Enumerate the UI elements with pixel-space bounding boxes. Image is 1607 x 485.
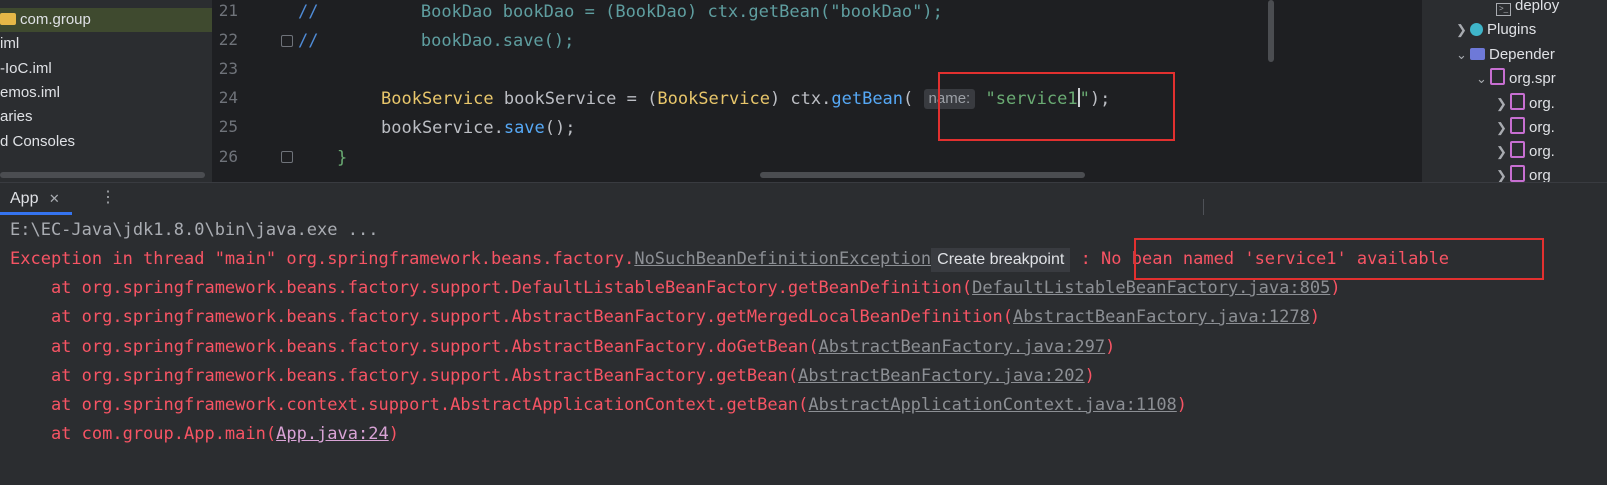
- tree-item-ioc-iml[interactable]: -IoC.iml: [0, 57, 52, 81]
- console-command-line: E:\EC-Java\jdk1.8.0\bin\java.exe ...: [10, 220, 379, 240]
- exception-class-link[interactable]: NoSuchBeanDefinitionException: [634, 249, 931, 269]
- tree-item-org-3[interactable]: ❯ org.: [1496, 140, 1555, 164]
- line-number: 21: [218, 1, 238, 20]
- library-icon: [1490, 68, 1505, 85]
- library-icon: [1510, 93, 1525, 110]
- chevron-down-icon[interactable]: ⌄: [1476, 67, 1490, 91]
- stack-frame: at org.springframework.context.support.A…: [10, 395, 1188, 415]
- close-icon[interactable]: ✕: [49, 191, 60, 206]
- project-tree-panel: com.group iml -IoC.iml emos.iml aries d …: [0, 0, 212, 182]
- tree-item-iml[interactable]: iml: [0, 32, 19, 56]
- highlight-box-getbean-arg: [938, 72, 1175, 141]
- tab-run-app[interactable]: App ✕: [0, 183, 60, 214]
- tree-item-org-2[interactable]: ❯ org.: [1496, 116, 1555, 140]
- chevron-right-icon[interactable]: ❯: [1496, 164, 1510, 182]
- console-output[interactable]: E:\EC-Java\jdk1.8.0\bin\java.exe ... Exc…: [0, 215, 1607, 485]
- fold-marker-icon[interactable]: [281, 35, 293, 47]
- plugin-icon: [1470, 23, 1483, 36]
- highlight-box-exception-message: [1134, 238, 1544, 280]
- tree-item-dependencies[interactable]: ⌄ Depender: [1456, 43, 1555, 67]
- terminal-icon: >_: [1496, 3, 1511, 16]
- folder-icon: [0, 13, 16, 25]
- tree-item-deploy[interactable]: >_ deploy: [1496, 0, 1559, 18]
- source-link[interactable]: AbstractBeanFactory.java:1278: [1013, 307, 1310, 327]
- tree-item-org-spring[interactable]: ⌄ org.spr: [1476, 67, 1556, 91]
- tree-item-scratches-consoles[interactable]: d Consoles: [0, 130, 75, 154]
- line-number: 25: [218, 117, 238, 136]
- source-link[interactable]: AbstractApplicationContext.java:1108: [808, 395, 1176, 415]
- fold-marker-icon[interactable]: [281, 151, 293, 163]
- editor-horizontal-scrollbar[interactable]: [760, 172, 1085, 178]
- header-divider: [1203, 199, 1204, 216]
- more-options-icon[interactable]: ⋮: [100, 187, 116, 207]
- line-number: 24: [218, 88, 238, 107]
- code-line-22: // bookDao.save();: [298, 31, 575, 51]
- tree-item-org-4[interactable]: ❯ org: [1496, 164, 1551, 182]
- chevron-right-icon[interactable]: ❯: [1496, 92, 1510, 116]
- chevron-right-icon[interactable]: ❯: [1496, 116, 1510, 140]
- chevron-down-icon[interactable]: ⌄: [1456, 43, 1470, 67]
- stack-frame: at org.springframework.beans.factory.sup…: [10, 307, 1321, 327]
- create-breakpoint-tooltip[interactable]: Create breakpoint: [931, 248, 1071, 272]
- run-toolwindow-header: App ✕ ⋮: [0, 182, 1607, 216]
- stack-frame: at com.group.App.main(App.java:24): [10, 424, 399, 444]
- library-icon: [1510, 141, 1525, 158]
- source-link-app[interactable]: App.java:24: [276, 424, 389, 444]
- line-number: 23: [218, 59, 238, 78]
- source-link[interactable]: AbstractBeanFactory.java:297: [819, 337, 1106, 357]
- stack-frame: at org.springframework.beans.factory.sup…: [10, 278, 1341, 298]
- dependencies-icon: [1470, 48, 1485, 60]
- code-line-21: // BookDao bookDao = (BookDao) ctx.getBe…: [298, 2, 943, 22]
- stack-frame: at org.springframework.beans.factory.sup…: [10, 337, 1116, 357]
- chevron-right-icon[interactable]: ❯: [1456, 18, 1470, 42]
- code-line-26: }: [337, 148, 348, 168]
- library-icon: [1510, 117, 1525, 134]
- code-line-25: bookService.save();: [381, 118, 576, 138]
- editor-vertical-scrollbar[interactable]: [1268, 0, 1274, 62]
- editor-area: com.group iml -IoC.iml emos.iml aries d …: [0, 0, 1607, 182]
- tree-item-plugins[interactable]: ❯ Plugins: [1456, 18, 1536, 42]
- line-number: 22: [218, 30, 238, 49]
- tree-horizontal-scrollbar[interactable]: [0, 172, 205, 178]
- source-link[interactable]: AbstractBeanFactory.java:202: [798, 366, 1085, 386]
- line-number: 26: [218, 147, 238, 166]
- chevron-right-icon[interactable]: ❯: [1496, 140, 1510, 164]
- library-icon: [1510, 165, 1525, 182]
- tree-item-libraries[interactable]: aries: [0, 105, 33, 129]
- source-link[interactable]: DefaultListableBeanFactory.java:805: [972, 278, 1330, 298]
- tree-item-org-1[interactable]: ❯ org.: [1496, 92, 1555, 116]
- tree-item-demos-iml[interactable]: emos.iml: [0, 81, 60, 105]
- tree-item-com-group[interactable]: com.group: [0, 8, 212, 32]
- stack-frame: at org.springframework.beans.factory.sup…: [10, 366, 1095, 386]
- maven-tree-panel: >_ deploy ❯ Plugins ⌄ Depender ⌄ org.spr ❯ or…: [1422, 0, 1607, 182]
